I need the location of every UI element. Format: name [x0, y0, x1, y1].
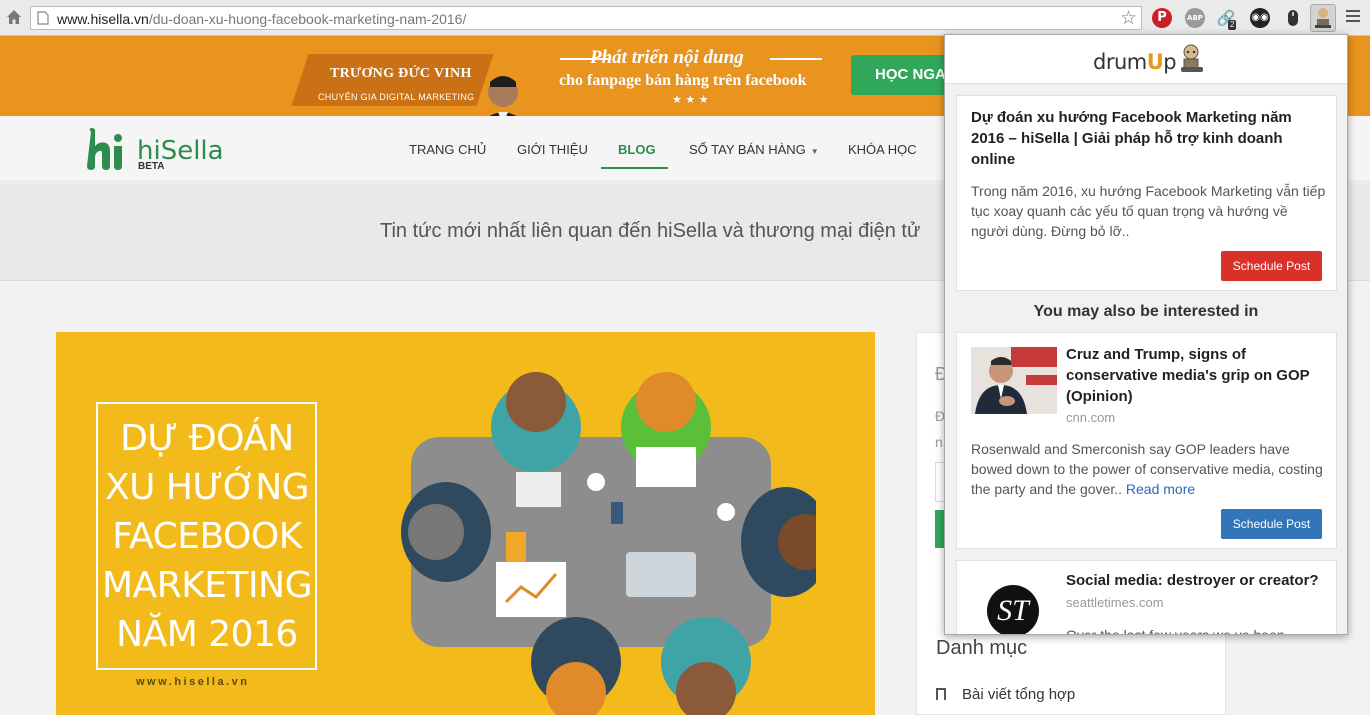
banner-divider-right: [770, 58, 822, 60]
article-thumbnail[interactable]: [971, 347, 1057, 414]
category-item[interactable]: Bài viết tổng hợp: [936, 686, 1075, 703]
related-article-source: cnn.com: [1066, 410, 1116, 425]
home-icon[interactable]: [6, 9, 22, 25]
owl-icon[interactable]: ◉◉: [1250, 8, 1270, 28]
banner-stars: ★ ★ ★: [672, 93, 709, 106]
nav-item-handbook-label: SỔ TAY BÁN HÀNG: [689, 142, 806, 157]
drumup-logo: drumUp: [1093, 50, 1177, 74]
related-article-card: Cruz and Trump, signs of conservative me…: [956, 332, 1337, 549]
drumup-header: drumUp: [945, 35, 1347, 84]
meeting-illustration: [401, 372, 816, 715]
nav-item-home[interactable]: TRANG CHỦ: [409, 142, 486, 157]
related-heading: You may also be interested in: [1033, 303, 1259, 320]
page-subtitle: Tin tức mới nhất liên quan đến hiSella v…: [380, 220, 921, 242]
banner-subtagline: cho fanpage bán hàng trên facebook: [559, 72, 807, 89]
hero-title: DỰ ĐOÁN XU HƯỚNG FACEBOOK MARKETING NĂM …: [101, 414, 313, 659]
related-article-description: Rosenwald and Smerconish say GOP leaders…: [971, 439, 1327, 499]
hisella-logo-icon[interactable]: [84, 126, 130, 172]
link-badge: 2: [1228, 20, 1237, 30]
nav-item-about[interactable]: GIỚI THIỆU: [517, 142, 588, 157]
article-hero-image[interactable]: DỰ ĐOÁN XU HƯỚNG FACEBOOK MARKETING NĂM …: [56, 332, 875, 715]
nav-active-indicator: [601, 167, 668, 169]
url-path: /du-doan-xu-huong-facebook-marketing-nam…: [148, 11, 467, 27]
current-page-card: Dự đoán xu hướng Facebook Marketing năm …: [956, 95, 1337, 291]
categories-heading: Danh mục: [936, 637, 1028, 659]
bookmark-star-icon[interactable]: ☆: [1120, 8, 1140, 28]
logo-suffix: p: [1163, 50, 1177, 74]
url-text[interactable]: www.hisella.vn/du-doan-xu-huong-facebook…: [57, 11, 466, 27]
hero-line: XU HƯỚNG: [104, 467, 310, 508]
seattle-times-logo[interactable]: ST: [987, 585, 1039, 634]
pinterest-icon[interactable]: P: [1152, 8, 1172, 28]
related-article-source: seattletimes.com: [1066, 595, 1164, 610]
logo-prefix: drum: [1093, 50, 1147, 74]
hero-line: DỰ ĐOÁN: [120, 418, 294, 459]
banner-role: CHUYÊN GIA DIGITAL MARKETING: [318, 92, 475, 102]
page-icon: [37, 11, 49, 25]
read-more-link[interactable]: Read more: [1126, 481, 1195, 497]
mouse-icon[interactable]: [1283, 8, 1303, 28]
schedule-post-button[interactable]: Schedule Post: [1221, 509, 1322, 539]
schedule-post-button[interactable]: Schedule Post: [1221, 251, 1322, 281]
nav-item-courses[interactable]: KHÓA HỌC: [848, 142, 917, 157]
hero-line: FACEBOOK: [112, 516, 302, 557]
current-page-title: Dự đoán xu hướng Facebook Marketing năm …: [971, 109, 1292, 168]
banner-cta-button[interactable]: HỌC NGA: [851, 55, 951, 95]
bookmark-icon: [936, 688, 946, 700]
adblock-plus-icon[interactable]: ABP: [1185, 8, 1205, 28]
related-article-card: ST Social media: destroyer or creator? s…: [956, 560, 1337, 635]
related-article-title[interactable]: Cruz and Trump, signs of conservative me…: [1066, 344, 1328, 407]
hero-line: MARKETING: [102, 565, 313, 606]
nav-item-handbook[interactable]: SỔ TAY BÁN HÀNG ▼: [689, 142, 819, 157]
menu-icon[interactable]: [1346, 10, 1360, 25]
drumup-mascot-icon: [1181, 44, 1203, 72]
sidebar-widget-text: n: [935, 434, 943, 450]
nav-item-blog[interactable]: BLOG: [618, 142, 656, 157]
beta-badge: BETA: [138, 161, 165, 172]
logo-u: U: [1146, 50, 1164, 74]
banner-name: TRƯƠNG ĐỨC VINH: [330, 66, 472, 81]
related-article-title[interactable]: Social media: destroyer or creator?: [1066, 572, 1319, 589]
browser-toolbar: www.hisella.vn/du-doan-xu-huong-facebook…: [0, 0, 1370, 36]
hero-url: www.hisella.vn: [136, 676, 250, 688]
related-article-description: Over the last few years we ve been: [1066, 627, 1285, 635]
url-host: www.hisella.vn: [57, 11, 149, 27]
caret-down-icon: ▼: [810, 147, 819, 156]
screen: www.hisella.vn/du-doan-xu-huong-facebook…: [0, 0, 1370, 715]
category-item-label: Bài viết tổng hợp: [962, 686, 1076, 703]
banner-tagline: Phát triển nội dung: [590, 47, 744, 68]
drumup-popup: drumUp Dự đoán xu hướng Facebook Marketi…: [944, 34, 1348, 635]
address-bar[interactable]: www.hisella.vn/du-doan-xu-huong-facebook…: [30, 6, 1142, 30]
hero-line: NĂM 2016: [116, 614, 298, 655]
current-page-description: Trong năm 2016, xu hướng Facebook Market…: [971, 183, 1326, 239]
drumup-icon[interactable]: [1310, 4, 1336, 32]
